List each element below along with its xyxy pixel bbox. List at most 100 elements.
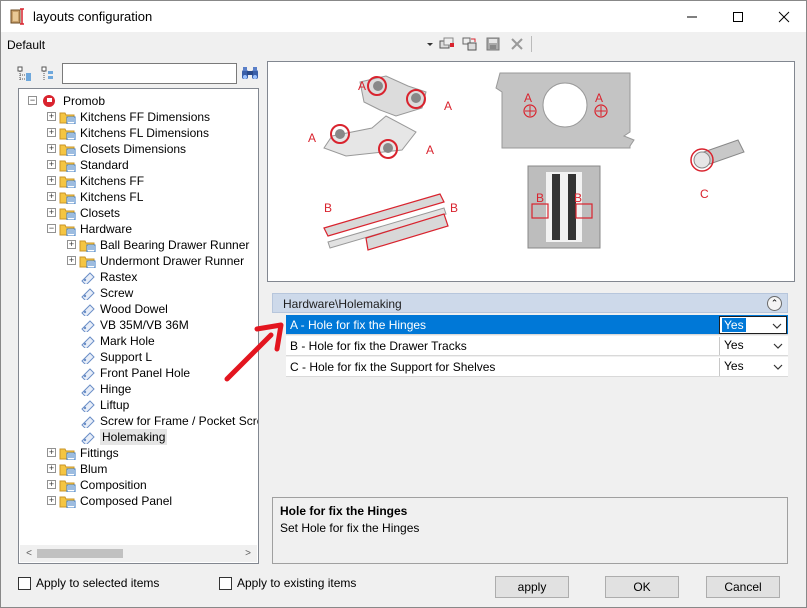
tree-item-fittings[interactable]: + Fittings bbox=[19, 445, 258, 461]
tree-item-kitchens-ff[interactable]: + Kitchens FF bbox=[19, 173, 258, 189]
collapse-node-icon[interactable]: − bbox=[47, 224, 56, 233]
property-row-2[interactable]: B - Hole for fix the Drawer Tracks Yes bbox=[286, 336, 788, 356]
preview-label-a2: A bbox=[444, 99, 452, 113]
apply-selected-checkbox[interactable] bbox=[18, 577, 31, 590]
chevron-down-icon[interactable] bbox=[771, 360, 785, 374]
tree-item-label: Undermont Drawer Runner bbox=[100, 254, 245, 268]
property-value: Yes bbox=[722, 318, 746, 332]
tree-item-label: Kitchens FF Dimensions bbox=[80, 110, 211, 124]
preview-label-c: C bbox=[700, 187, 709, 201]
preview-label-b2: B bbox=[450, 201, 458, 215]
preview-label-a1: A bbox=[358, 79, 366, 93]
tree-item-blum[interactable]: + Blum bbox=[19, 461, 258, 477]
save-icon[interactable] bbox=[486, 37, 500, 51]
minimize-button[interactable] bbox=[669, 1, 715, 32]
property-value-select[interactable]: Yes bbox=[719, 316, 787, 334]
chevron-down-icon[interactable] bbox=[771, 339, 785, 353]
panel-illustration bbox=[495, 72, 635, 149]
tree-search-input[interactable] bbox=[62, 63, 237, 84]
scroll-thumb[interactable] bbox=[37, 549, 123, 558]
tree-item-label: Closets bbox=[80, 206, 121, 220]
tree-item-root[interactable]: − Promob bbox=[19, 93, 258, 109]
tree-horizontal-scrollbar[interactable]: < > bbox=[20, 545, 257, 562]
copy-icon[interactable] bbox=[439, 37, 455, 51]
ok-button[interactable]: OK bbox=[605, 576, 679, 598]
tree-item-label: VB 35M/VB 36M bbox=[100, 318, 189, 332]
dropdown-arrow-icon[interactable] bbox=[423, 37, 437, 51]
tree-item-label: Liftup bbox=[100, 398, 130, 412]
tree-item-hinge[interactable]: Hinge bbox=[19, 381, 258, 397]
expand-node-icon[interactable]: + bbox=[47, 192, 56, 201]
apply-existing-label: Apply to existing items bbox=[237, 576, 357, 590]
tree-item-kitchens-fl[interactable]: + Kitchens FL bbox=[19, 189, 258, 205]
configuration-toolbar: Default bbox=[1, 32, 806, 56]
apply-existing-checkbox[interactable] bbox=[219, 577, 232, 590]
tree-item-composed-panel[interactable]: + Composed Panel bbox=[19, 493, 258, 509]
preview-label-b1: B bbox=[324, 201, 332, 215]
tree-item-hardware[interactable]: − Hardware bbox=[19, 221, 258, 237]
tree-item-standard[interactable]: + Standard bbox=[19, 157, 258, 173]
shelf-support-illustration bbox=[690, 139, 745, 172]
property-category-header[interactable]: Hardware\Holemaking ⌃ bbox=[272, 293, 788, 313]
expand-node-icon[interactable]: + bbox=[47, 208, 56, 217]
expand-node-icon[interactable]: + bbox=[47, 496, 56, 505]
tree-item-screw-for-frame-pocket-screw[interactable]: Screw for Frame / Pocket Screw bbox=[19, 413, 259, 429]
tree-item-closets-dimensions[interactable]: + Closets Dimensions bbox=[19, 141, 258, 157]
chevron-down-icon[interactable] bbox=[770, 319, 784, 333]
tree-item-rastex[interactable]: Rastex bbox=[19, 269, 258, 285]
tree-item-label: Promob bbox=[63, 94, 106, 108]
expand-node-icon[interactable]: + bbox=[47, 144, 56, 153]
tree-item-holemaking[interactable]: Holemaking bbox=[19, 429, 258, 445]
tree-item-wood-dowel[interactable]: Wood Dowel bbox=[19, 301, 258, 317]
property-name: B - Hole for fix the Drawer Tracks bbox=[290, 339, 467, 353]
expand-tree-icon[interactable] bbox=[17, 66, 33, 82]
binoculars-search-icon[interactable] bbox=[241, 66, 259, 81]
cancel-button[interactable]: Cancel bbox=[706, 576, 780, 598]
close-button[interactable] bbox=[761, 1, 807, 32]
cabinet-section-illustration bbox=[527, 165, 601, 249]
tree-item-label: Support L bbox=[100, 350, 153, 364]
apply-button[interactable]: apply bbox=[495, 576, 569, 598]
property-value-select[interactable]: Yes bbox=[719, 337, 787, 355]
tree-item-composition[interactable]: + Composition bbox=[19, 477, 258, 493]
collapse-tree-icon[interactable] bbox=[41, 66, 55, 82]
expand-node-icon[interactable]: + bbox=[47, 464, 56, 473]
expand-node-icon[interactable]: + bbox=[47, 128, 56, 137]
scroll-left-icon[interactable]: < bbox=[23, 547, 35, 560]
expand-node-icon[interactable]: + bbox=[67, 256, 76, 265]
tree-item-screw[interactable]: Screw bbox=[19, 285, 258, 301]
tree-item-label: Rastex bbox=[100, 270, 138, 284]
tree-item-undermont-drawer-runner[interactable]: + Undermont Drawer Runner bbox=[19, 253, 258, 269]
close-icon bbox=[778, 11, 790, 22]
expand-node-icon[interactable]: + bbox=[47, 480, 56, 489]
expand-node-icon[interactable]: + bbox=[47, 112, 56, 121]
property-row-1[interactable]: A - Hole for fix the Hinges Yes bbox=[286, 315, 788, 335]
hinge-illustration bbox=[323, 75, 427, 159]
minimize-icon bbox=[687, 16, 697, 17]
tree-item-closets[interactable]: + Closets bbox=[19, 205, 258, 221]
expand-node-icon[interactable]: + bbox=[67, 240, 76, 249]
tree-item-kitchens-ff-dimensions[interactable]: + Kitchens FF Dimensions bbox=[19, 109, 258, 125]
tree-item-kitchens-fl-dimensions[interactable]: + Kitchens FL Dimensions bbox=[19, 125, 258, 141]
tree-item-ball-bearing-drawer-runner[interactable]: + Ball Bearing Drawer Runner bbox=[19, 237, 258, 253]
tree-item-label: Screw for Frame / Pocket Screw bbox=[100, 414, 259, 428]
tree-item-label: Front Panel Hole bbox=[100, 366, 191, 380]
preview-label-a5: A bbox=[524, 91, 532, 105]
tree-item-label: Holemaking bbox=[100, 429, 168, 445]
maximize-button[interactable] bbox=[715, 1, 761, 32]
drawer-runner-illustration bbox=[323, 193, 449, 251]
app-icon bbox=[10, 8, 24, 25]
expand-node-icon[interactable]: + bbox=[47, 176, 56, 185]
collapse-chevron-icon[interactable]: ⌃ bbox=[767, 296, 782, 311]
property-value-select[interactable]: Yes bbox=[719, 358, 787, 376]
tree-item-label: Ball Bearing Drawer Runner bbox=[100, 238, 250, 252]
tree-item-label: Wood Dowel bbox=[100, 302, 168, 316]
property-row-3[interactable]: C - Hole for fix the Support for Shelves… bbox=[286, 357, 788, 377]
paste-icon[interactable] bbox=[462, 37, 478, 51]
delete-icon[interactable] bbox=[510, 37, 524, 51]
expand-node-icon[interactable]: + bbox=[47, 448, 56, 457]
scroll-right-icon[interactable]: > bbox=[242, 547, 254, 560]
tree-item-liftup[interactable]: Liftup bbox=[19, 397, 258, 413]
expand-node-icon[interactable]: + bbox=[47, 160, 56, 169]
collapse-node-icon[interactable]: − bbox=[28, 96, 37, 105]
